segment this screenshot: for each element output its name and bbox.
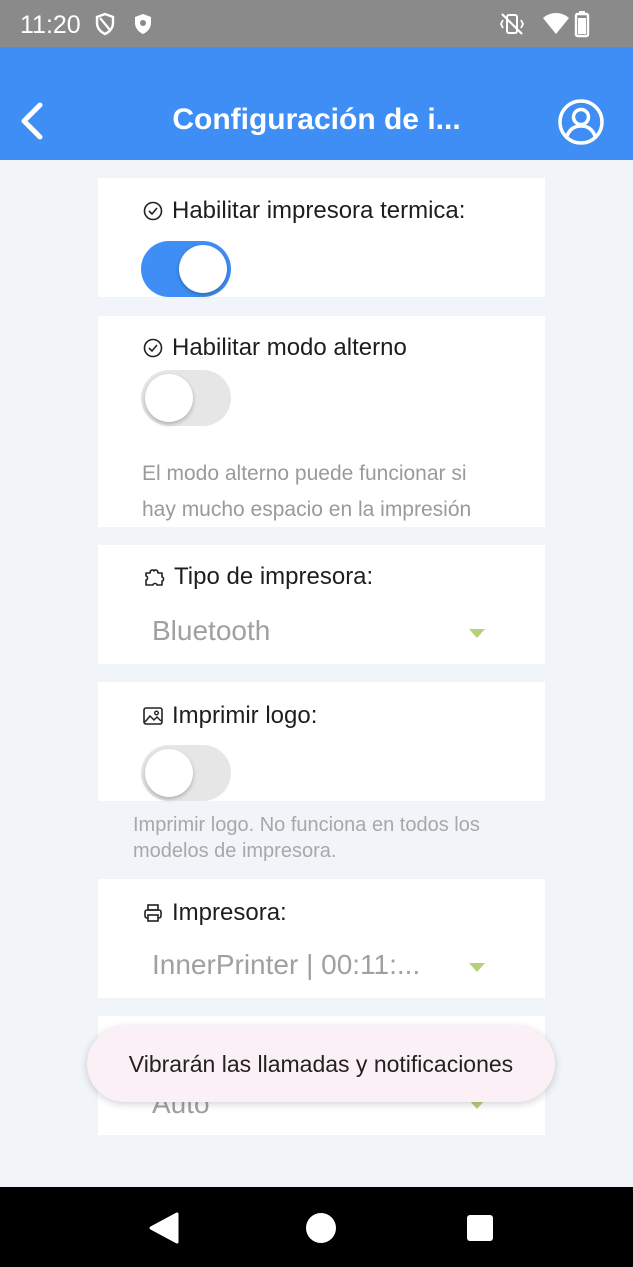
thermal-printer-label-row: Habilitar impresora termica: [142,197,465,225]
dropdown-arrow-icon[interactable] [469,963,485,972]
toggle-knob [179,245,227,293]
account-circle-icon [558,99,604,145]
battery-icon [574,11,590,38]
printer-type-select[interactable]: Bluetooth [152,615,270,647]
nav-back-icon[interactable] [147,1211,181,1245]
print-logo-card: Imprimir logo: [98,682,545,801]
print-logo-help-line2: modelos de impresora. [133,840,337,862]
printer-label-row: Impresora: [142,899,287,927]
alternate-mode-help-line1: El modo alterno puede funcionar si [142,462,467,485]
printer-type-label-row: Tipo de impresora: [142,563,373,591]
image-icon [143,707,163,725]
dropdown-arrow-icon[interactable] [469,629,485,638]
printer-label: Impresora: [172,899,287,926]
alternate-mode-label-row: Habilitar modo alterno [142,334,407,362]
print-logo-toggle[interactable] [141,745,231,801]
profile-button[interactable] [556,97,606,147]
alternate-mode-label: Habilitar modo alterno [172,334,407,361]
system-nav-bar [0,1187,633,1267]
vpn-shield-icon [95,12,115,36]
vibrate-off-icon [499,13,525,35]
toast-message: Vibrarán las llamadas y notificaciones [87,1026,555,1102]
toggle-knob [145,374,193,422]
security-shield-icon [135,14,151,34]
printer-select[interactable]: InnerPrinter | 00:11:... [152,949,420,981]
nav-home-icon[interactable] [305,1212,337,1244]
check-circle-icon [143,201,163,221]
alternate-mode-toggle[interactable] [141,370,231,426]
print-logo-label: Imprimir logo: [172,702,318,729]
status-bar: 11:20 [0,0,633,47]
thermal-printer-card: Habilitar impresora termica: [98,178,545,297]
printer-card: Impresora: InnerPrinter | 00:11:... [98,879,545,998]
toggle-knob [145,749,193,797]
alternate-mode-card: Habilitar modo alterno El modo alterno p… [98,316,545,527]
print-logo-help-line1: Imprimir logo. No funciona en todos los [133,814,480,836]
check-circle-icon [143,338,163,358]
print-logo-label-row: Imprimir logo: [142,702,317,730]
thermal-printer-label: Habilitar impresora termica: [172,197,466,224]
app-bar: Configuración de i... [0,47,633,160]
nav-recents-icon[interactable] [466,1214,494,1242]
print-logo-help: Imprimir logo. No funciona en todos los … [133,812,553,864]
alternate-mode-help-line2: hay mucho espacio en la impresión [142,498,472,521]
alternate-mode-help: El modo alterno puede funcionar si hay m… [142,456,532,528]
printer-type-label: Tipo de impresora: [174,563,374,590]
page-title: Configuración de i... [172,103,461,136]
printer-icon [144,904,162,922]
status-time: 11:20 [20,11,81,39]
thermal-printer-toggle[interactable] [141,241,231,297]
puzzle-icon [145,569,165,586]
wifi-icon [543,13,569,34]
printer-type-card: Tipo de impresora: Bluetooth [98,545,545,664]
